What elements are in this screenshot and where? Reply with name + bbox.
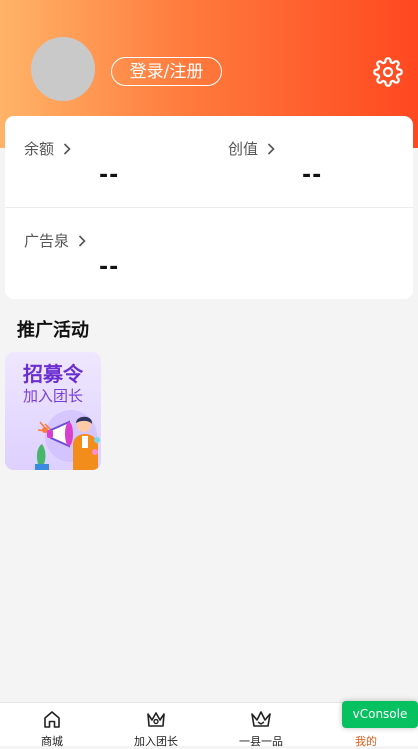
crown-icon <box>147 712 165 727</box>
tab-label: 加入团长 <box>134 735 178 748</box>
recruit-banner[interactable]: 招募令 加入团长 <box>5 352 101 470</box>
balance-label: 余额 <box>24 140 55 158</box>
promotions-title: 推广活动 <box>17 320 89 341</box>
home-icon <box>44 711 60 728</box>
avatar[interactable] <box>31 37 95 101</box>
divider <box>5 207 413 208</box>
crown-outline-icon <box>251 711 271 727</box>
creation-value: -- <box>302 163 323 188</box>
ad-voucher-stat[interactable]: 广告泉 <box>24 230 86 251</box>
balance-value: -- <box>99 163 120 188</box>
ad-voucher-value: -- <box>99 255 120 280</box>
vconsole-button[interactable]: vConsole <box>342 701 418 728</box>
tab-label: 商城 <box>41 735 63 748</box>
balance-stat[interactable]: 余额 <box>24 138 71 159</box>
gear-icon[interactable] <box>373 57 403 87</box>
tab-mall[interactable]: 商城 <box>0 703 104 748</box>
tab-join-leader[interactable]: 加入团长 <box>104 703 208 748</box>
chevron-right-icon <box>63 142 71 155</box>
megaphone-person-illustration <box>35 410 100 470</box>
chevron-right-icon <box>78 234 86 247</box>
assets-card: 余额 -- 创值 -- 广告泉 -- <box>5 116 413 299</box>
login-register-button[interactable]: 登录/注册 <box>111 57 222 86</box>
chevron-right-icon <box>267 142 275 155</box>
creation-label: 创值 <box>228 140 259 158</box>
tab-label: 我的 <box>355 735 377 748</box>
tab-label: 一县一品 <box>239 735 283 748</box>
ad-voucher-label: 广告泉 <box>24 232 70 250</box>
creation-stat[interactable]: 创值 <box>228 138 275 159</box>
tab-county-product[interactable]: 一县一品 <box>209 703 313 748</box>
